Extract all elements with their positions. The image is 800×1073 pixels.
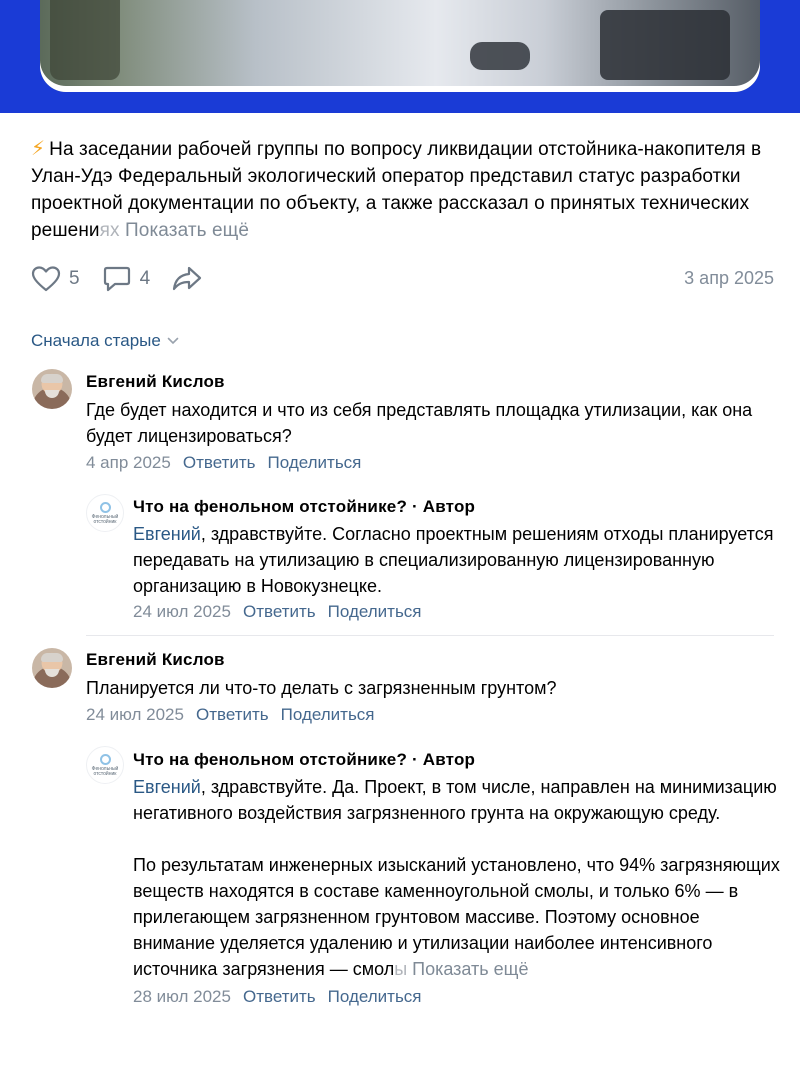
sort-label: Сначала старые <box>31 331 161 350</box>
comment-author[interactable]: Что на фенольном отстойнике? · Автор <box>133 749 783 771</box>
mention-link[interactable]: Евгений <box>133 524 201 544</box>
reply-button[interactable]: Ответить <box>196 703 269 727</box>
comment-date[interactable]: 4 апр 2025 <box>86 451 171 475</box>
avatar[interactable] <box>32 369 72 409</box>
chevron-down-icon <box>167 337 179 345</box>
comment: Евгений Кислов Где будет находится и что… <box>86 371 776 475</box>
comment-date[interactable]: 24 июл 2025 <box>133 600 231 624</box>
post-text-fade: ях <box>99 220 120 241</box>
post-actions: 5 4 <box>31 262 224 296</box>
comment-reply: Что на фенольном отстойнике? · Автор Евг… <box>133 749 783 1009</box>
share-comment-button[interactable]: Поделиться <box>328 600 422 624</box>
post-show-more-link[interactable]: Показать ещё <box>125 220 249 241</box>
comment: Евгений Кислов Планируется ли что-то дел… <box>86 649 776 727</box>
avatar[interactable]: Фенольный отстойник <box>86 494 124 532</box>
lightning-icon: ⚡ <box>31 138 46 160</box>
comment-author[interactable]: Что на фенольном отстойнике? · Автор <box>133 496 783 518</box>
logo-icon <box>99 501 111 513</box>
comment-text: , здравствуйте. Да. Проект, в том числе,… <box>133 777 777 823</box>
avatar[interactable]: Фенольный отстойник <box>86 746 124 784</box>
like-count: 5 <box>69 268 80 289</box>
comment-author[interactable]: Евгений Кислов <box>86 649 776 671</box>
share-comment-button[interactable]: Поделиться <box>268 451 362 475</box>
avatar-logo-text: Фенольный отстойник <box>91 513 119 525</box>
post-date: 3 апр 2025 <box>684 268 774 288</box>
comment-count: 4 <box>139 268 151 289</box>
share-comment-button[interactable]: Поделиться <box>328 985 422 1009</box>
share-icon <box>173 266 202 291</box>
comment-meta: 28 июл 2025 Ответить Поделиться <box>133 985 783 1009</box>
comment-meta: 4 апр 2025 Ответить Поделиться <box>86 451 776 475</box>
comment-reply: Что на фенольном отстойнике? · Автор Евг… <box>133 496 783 624</box>
comment-text-fade: ы <box>394 959 408 979</box>
reply-button[interactable]: Ответить <box>243 985 316 1009</box>
heart-icon <box>31 266 61 292</box>
post-image-banner[interactable] <box>0 0 800 113</box>
post-text: ⚡ На заседании рабочей группы по вопросу … <box>31 136 776 244</box>
comment-meta: 24 июл 2025 Ответить Поделиться <box>133 600 783 624</box>
comment-text: Планируется ли что-то делать с загрязнен… <box>86 678 557 698</box>
mention-link[interactable]: Евгений <box>133 777 201 797</box>
avatar-logo-text: Фенольный отстойник <box>91 765 119 777</box>
logo-icon <box>99 753 111 765</box>
reply-button[interactable]: Ответить <box>183 451 256 475</box>
like-button[interactable]: 5 <box>31 265 80 293</box>
divider <box>86 635 774 636</box>
comment-show-more-link[interactable]: Показать ещё <box>412 959 528 979</box>
comment-meta: 24 июл 2025 Ответить Поделиться <box>86 703 776 727</box>
share-button[interactable] <box>172 265 202 293</box>
avatar[interactable] <box>32 648 72 688</box>
share-comment-button[interactable]: Поделиться <box>281 703 375 727</box>
comments-sort-dropdown[interactable]: Сначала старые <box>31 331 179 351</box>
comment-date[interactable]: 28 июл 2025 <box>133 985 231 1009</box>
comment-icon <box>103 266 130 292</box>
comment-text: Где будет находится и что из себя предст… <box>86 400 753 446</box>
comment-date[interactable]: 24 июл 2025 <box>86 703 184 727</box>
post-photo[interactable] <box>40 0 760 92</box>
comment-author[interactable]: Евгений Кислов <box>86 371 776 393</box>
comment-text: , здравствуйте. Согласно проектным решен… <box>133 524 774 596</box>
reply-button[interactable]: Ответить <box>243 600 316 624</box>
comment-button[interactable]: 4 <box>102 265 151 293</box>
